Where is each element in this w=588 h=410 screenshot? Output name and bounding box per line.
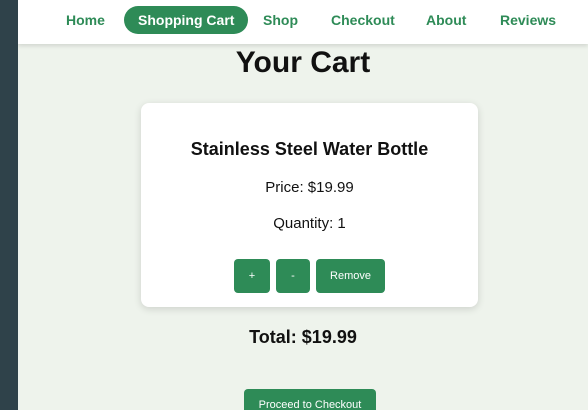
- decrease-quantity-button[interactable]: -: [276, 259, 310, 293]
- nav-reviews[interactable]: Reviews: [500, 6, 556, 34]
- page-title: Your Cart: [235, 46, 371, 79]
- product-price: Price: $19.99: [265, 179, 354, 196]
- nav-shopping-cart[interactable]: Shopping Cart: [124, 6, 249, 34]
- increase-quantity-button[interactable]: +: [234, 259, 270, 293]
- cart-item-card: Stainless Steel Water Bottle Price: $19.…: [141, 103, 478, 307]
- cart-total: Total: $19.99: [249, 327, 357, 347]
- nav-about[interactable]: About: [426, 6, 466, 34]
- nav-checkout[interactable]: Checkout: [331, 6, 395, 34]
- page: Home Shopping Cart Shop Checkout About R…: [18, 0, 588, 410]
- product-name: Stainless Steel Water Bottle: [190, 139, 429, 159]
- product-quantity: Quantity: 1: [273, 215, 346, 232]
- nav-shop[interactable]: Shop: [263, 6, 298, 34]
- top-navigation: Home Shopping Cart Shop Checkout About R…: [18, 0, 588, 44]
- remove-item-button[interactable]: Remove: [316, 259, 385, 293]
- nav-home[interactable]: Home: [66, 6, 105, 34]
- proceed-to-checkout-button[interactable]: Proceed to Checkout: [244, 389, 376, 410]
